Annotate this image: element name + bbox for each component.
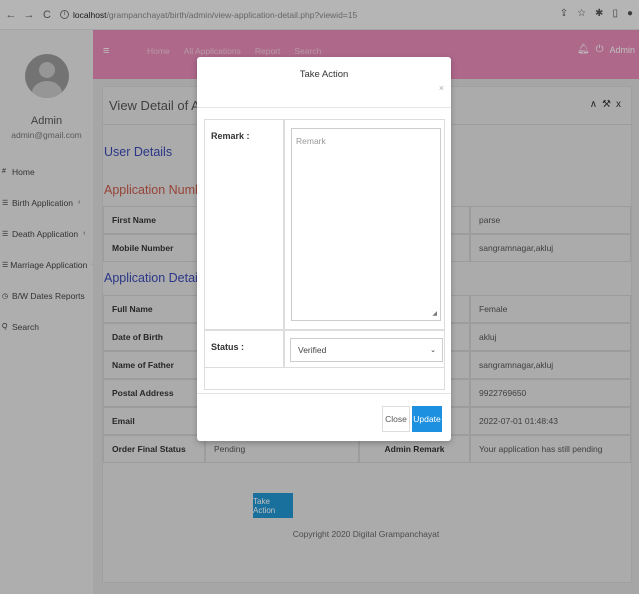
modal-title: Take Action — [299, 69, 349, 80]
status-selected-value: Verified — [298, 345, 327, 355]
modal-form-table: Remark : Remark ◢ Status : Verified ⌄ — [204, 119, 445, 426]
close-icon[interactable]: × — [439, 83, 444, 93]
remark-textarea[interactable]: Remark ◢ — [291, 128, 441, 321]
status-select[interactable]: Verified ⌄ — [290, 338, 443, 362]
close-button[interactable]: Close — [382, 406, 410, 432]
resize-grip-icon[interactable]: ◢ — [432, 310, 437, 317]
empty-row — [204, 368, 445, 390]
empty-cell — [204, 368, 445, 390]
remark-cell: Remark ◢ — [284, 119, 445, 330]
remark-label: Remark : — [204, 119, 284, 330]
chevron-down-icon: ⌄ — [430, 347, 436, 354]
status-cell: Verified ⌄ — [284, 330, 445, 368]
remark-row: Remark : Remark ◢ — [204, 119, 445, 330]
remark-placeholder: Remark — [296, 136, 326, 146]
status-row: Status : Verified ⌄ — [204, 330, 445, 368]
update-button[interactable]: Update — [412, 406, 442, 432]
take-action-modal: Take Action × Remark : Remark ◢ Status :… — [197, 57, 451, 441]
modal-header: Take Action × — [197, 57, 451, 108]
status-label: Status : — [204, 330, 284, 368]
modal-footer: Close Update — [197, 393, 451, 441]
